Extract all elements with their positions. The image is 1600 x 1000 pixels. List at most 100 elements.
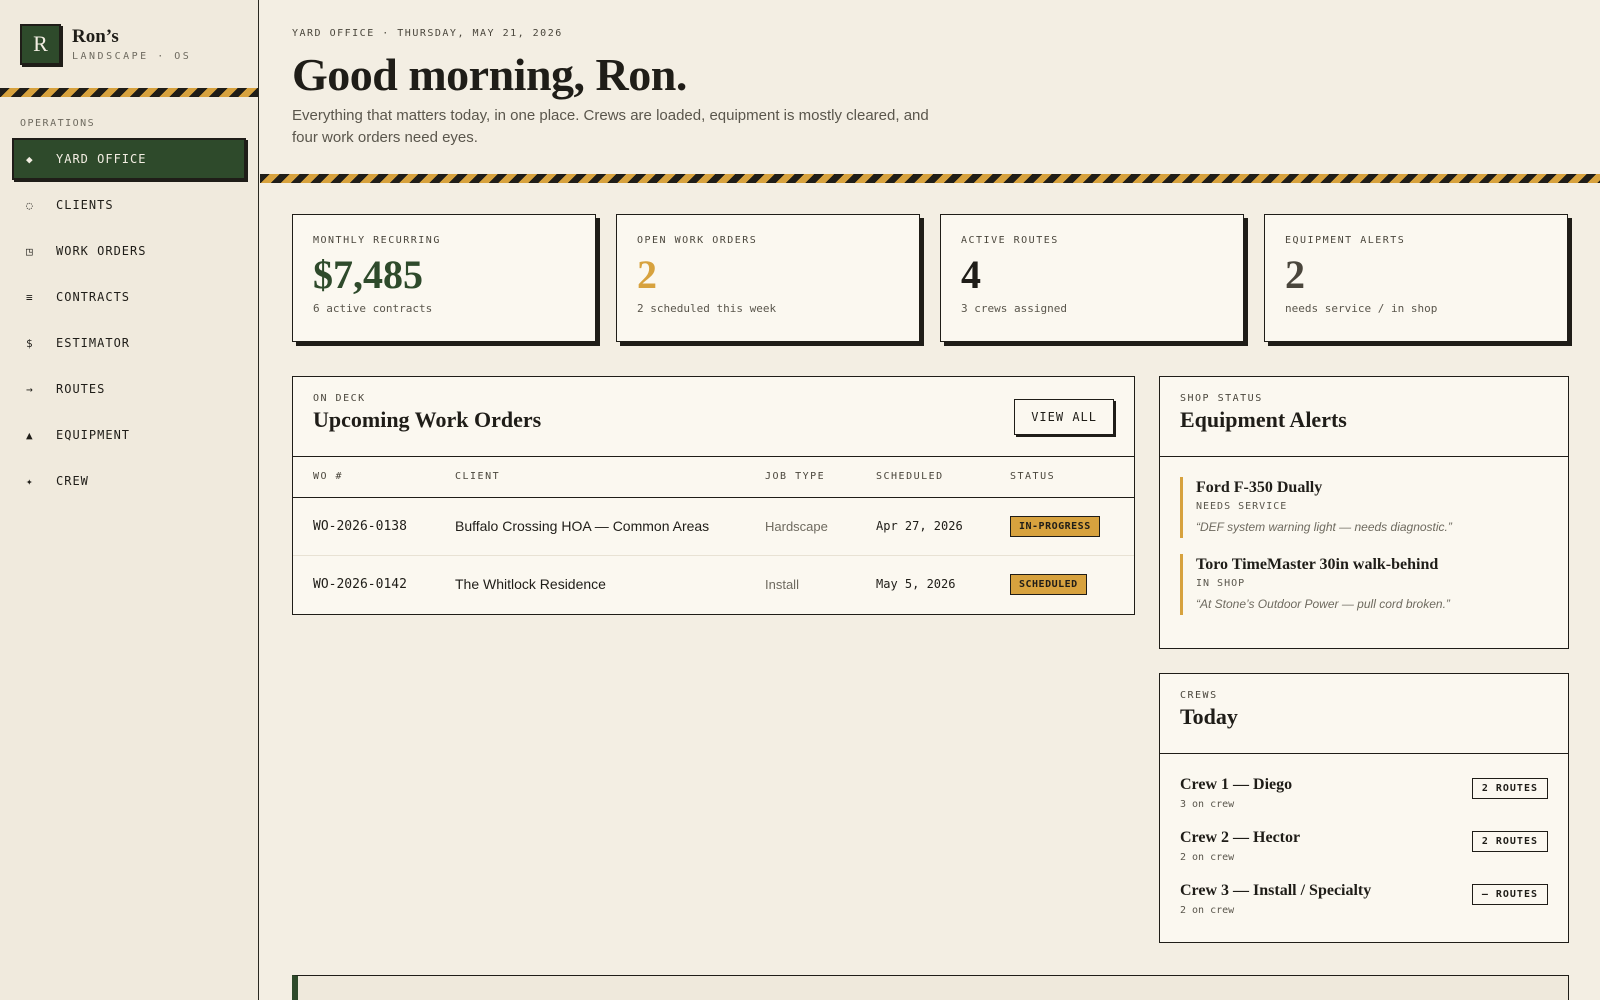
sidebar-item-label: WORK ORDERS	[56, 244, 147, 258]
crew-size: 2 on crew	[1180, 905, 1235, 916]
kpi-label: ACTIVE ROUTES	[961, 235, 1059, 246]
kpi-monthly-recurring[interactable]: MONTHLY RECURRING $7,485 6 active contra…	[292, 214, 596, 342]
brand-subtitle: LANDSCAPE · OS	[72, 51, 192, 62]
crew-item[interactable]: Crew 1 — Diego 3 on crew 2 ROUTES	[1160, 776, 1568, 829]
sparkle-icon: ✦	[26, 474, 34, 488]
page-header: YARD OFFICE · THURSDAY, MAY 21, 2026 Goo…	[260, 0, 1600, 174]
sidebar-item-estimator[interactable]: $ ESTIMATOR	[12, 322, 246, 364]
client-name: The Whitlock Residence	[455, 576, 606, 593]
sidebar-item-equipment[interactable]: ▲ EQUIPMENT	[12, 414, 246, 456]
work-orders-panel: ON DECK Upcoming Work Orders VIEW ALL WO…	[292, 376, 1135, 615]
equipment-name: Toro TimeMaster 30in walk-behind	[1196, 556, 1439, 573]
list-icon: ≡	[26, 290, 34, 304]
equipment-name: Ford F-350 Dually	[1196, 479, 1323, 496]
clipboard-icon: ◳	[26, 244, 34, 258]
table-row[interactable]: WO-2026-0138 Buffalo Crossing HOA — Comm…	[293, 497, 1134, 556]
sidebar-item-contracts[interactable]: ≡ CONTRACTS	[12, 276, 246, 318]
wo-number[interactable]: WO-2026-0142	[293, 555, 435, 613]
routes-badge: — ROUTES	[1471, 884, 1548, 905]
sidebar-item-label: ESTIMATOR	[56, 336, 131, 350]
crew-name: Crew 1 — Diego	[1180, 776, 1293, 793]
sidebar-item-label: CONTRACTS	[56, 290, 131, 304]
circle-icon: ◌	[26, 198, 34, 212]
sidebar-item-crew[interactable]: ✦ CREW	[12, 460, 246, 502]
panel-eyebrow: SHOP STATUS	[1180, 393, 1263, 404]
kpi-label: EQUIPMENT ALERTS	[1285, 235, 1406, 246]
kpi-active-routes[interactable]: ACTIVE ROUTES 4 3 crews assigned	[940, 214, 1244, 342]
column-header[interactable]: JOB TYPE	[745, 457, 856, 498]
diamond-icon: ◆	[26, 152, 34, 166]
equipment-note: “DEF system warning light — needs diagno…	[1196, 520, 1452, 534]
crew-item[interactable]: Crew 2 — Hector 2 on crew 2 ROUTES	[1160, 829, 1568, 882]
job-type: Hardscape	[745, 497, 856, 556]
equipment-alert-item[interactable]: Ford F-350 Dually NEEDS SERVICE “DEF sys…	[1180, 477, 1548, 538]
equipment-alerts-panel: SHOP STATUS Equipment Alerts Ford F-350 …	[1159, 376, 1569, 649]
kpi-value: 4	[961, 252, 981, 297]
status-badge: SCHEDULED	[1010, 573, 1087, 595]
status-badge: IN-PROGRESS	[1010, 515, 1100, 537]
crew-item[interactable]: Crew 3 — Install / Specialty 2 on crew —…	[1160, 882, 1568, 935]
sidebar-item-label: CLIENTS	[56, 198, 114, 212]
kpi-value: 2	[1285, 252, 1305, 297]
sidebar-item-label: ROUTES	[56, 382, 106, 396]
sidebar-item-clients[interactable]: ◌ CLIENTS	[12, 184, 246, 226]
sidebar-item-routes[interactable]: → ROUTES	[12, 368, 246, 410]
work-orders-table: WO # CLIENT JOB TYPE SCHEDULED STATUS WO…	[293, 457, 1134, 613]
crew-size: 2 on crew	[1180, 852, 1235, 863]
sidebar-item-label: CREW	[56, 474, 89, 488]
panel-title: Equipment Alerts	[1180, 407, 1347, 432]
equipment-note: “At Stone’s Outdoor Power — pull cord br…	[1196, 597, 1450, 611]
brand-logo: R	[20, 23, 61, 65]
sidebar: R Ron’s LANDSCAPE · OS OPERATIONS ◆ YARD…	[0, 0, 259, 1000]
scheduled-date: May 5, 2026	[876, 577, 956, 592]
equipment-alert-item[interactable]: Toro TimeMaster 30in walk-behind IN SHOP…	[1180, 554, 1548, 615]
kpi-row: MONTHLY RECURRING $7,485 6 active contra…	[260, 183, 1600, 342]
kpi-value: 2	[637, 252, 657, 297]
sidebar-item-label: YARD OFFICE	[56, 152, 147, 166]
table-row[interactable]: WO-2026-0142 The Whitlock Residence Inst…	[293, 555, 1134, 613]
column-header[interactable]: STATUS	[990, 457, 1134, 498]
main-content: YARD OFFICE · THURSDAY, MAY 21, 2026 Goo…	[260, 0, 1600, 1000]
sidebar-nav: ◆ YARD OFFICE ◌ CLIENTS ◳ WORK ORDERS ≡ …	[0, 138, 258, 502]
brand[interactable]: R Ron’s LANDSCAPE · OS	[0, 0, 258, 88]
crew-name: Crew 2 — Hector	[1180, 829, 1301, 846]
sidebar-item-yard-office[interactable]: ◆ YARD OFFICE	[12, 138, 246, 180]
crew-name: Crew 3 — Install / Specialty	[1180, 882, 1372, 899]
dollar-icon: $	[26, 336, 34, 350]
kpi-subtext: 3 crews assigned	[961, 302, 1067, 315]
kpi-subtext: 6 active contracts	[313, 302, 433, 315]
kpi-value: $7,485	[313, 252, 423, 297]
panel-eyebrow: CREWS	[1180, 690, 1218, 701]
equipment-status: IN SHOP	[1196, 578, 1246, 589]
nav-section-label: OPERATIONS	[20, 118, 96, 129]
kpi-equipment-alerts[interactable]: EQUIPMENT ALERTS 2 needs service / in sh…	[1264, 214, 1568, 342]
kpi-subtext: needs service / in shop	[1285, 302, 1438, 315]
column-header[interactable]: SCHEDULED	[856, 457, 990, 498]
triangle-icon: ▲	[26, 428, 34, 442]
page-lead: Everything that matters today, in one pl…	[292, 107, 929, 146]
client-name: Buffalo Crossing HOA — Common Areas	[435, 497, 745, 556]
scheduled-date: Apr 27, 2026	[856, 497, 990, 556]
field-notes-panel	[292, 975, 1569, 1000]
job-type: Install	[765, 576, 799, 592]
view-all-button[interactable]: VIEW ALL	[1014, 399, 1114, 435]
brand-name: Ron’s	[72, 26, 119, 47]
kpi-label: MONTHLY RECURRING	[313, 235, 441, 246]
breadcrumb: YARD OFFICE · THURSDAY, MAY 21, 2026	[292, 28, 563, 39]
hazard-stripe	[0, 88, 258, 97]
column-header[interactable]: WO #	[293, 457, 435, 498]
column-header[interactable]: CLIENT	[435, 457, 745, 498]
panel-title: Today	[1180, 704, 1238, 729]
crews-panel: CREWS Today Crew 1 — Diego 3 on crew 2 R…	[1159, 673, 1569, 943]
panel-eyebrow: ON DECK	[313, 393, 366, 404]
sidebar-item-work-orders[interactable]: ◳ WORK ORDERS	[12, 230, 246, 272]
kpi-open-work-orders[interactable]: OPEN WORK ORDERS 2 2 scheduled this week	[616, 214, 920, 342]
crew-size: 3 on crew	[1180, 799, 1235, 810]
equipment-status: NEEDS SERVICE	[1196, 501, 1288, 512]
hazard-stripe	[260, 174, 1600, 183]
arrow-right-icon: →	[26, 382, 34, 396]
routes-badge: 2 ROUTES	[1471, 831, 1548, 852]
wo-number[interactable]: WO-2026-0138	[293, 497, 435, 556]
routes-badge: 2 ROUTES	[1471, 778, 1548, 799]
kpi-subtext: 2 scheduled this week	[637, 302, 777, 315]
